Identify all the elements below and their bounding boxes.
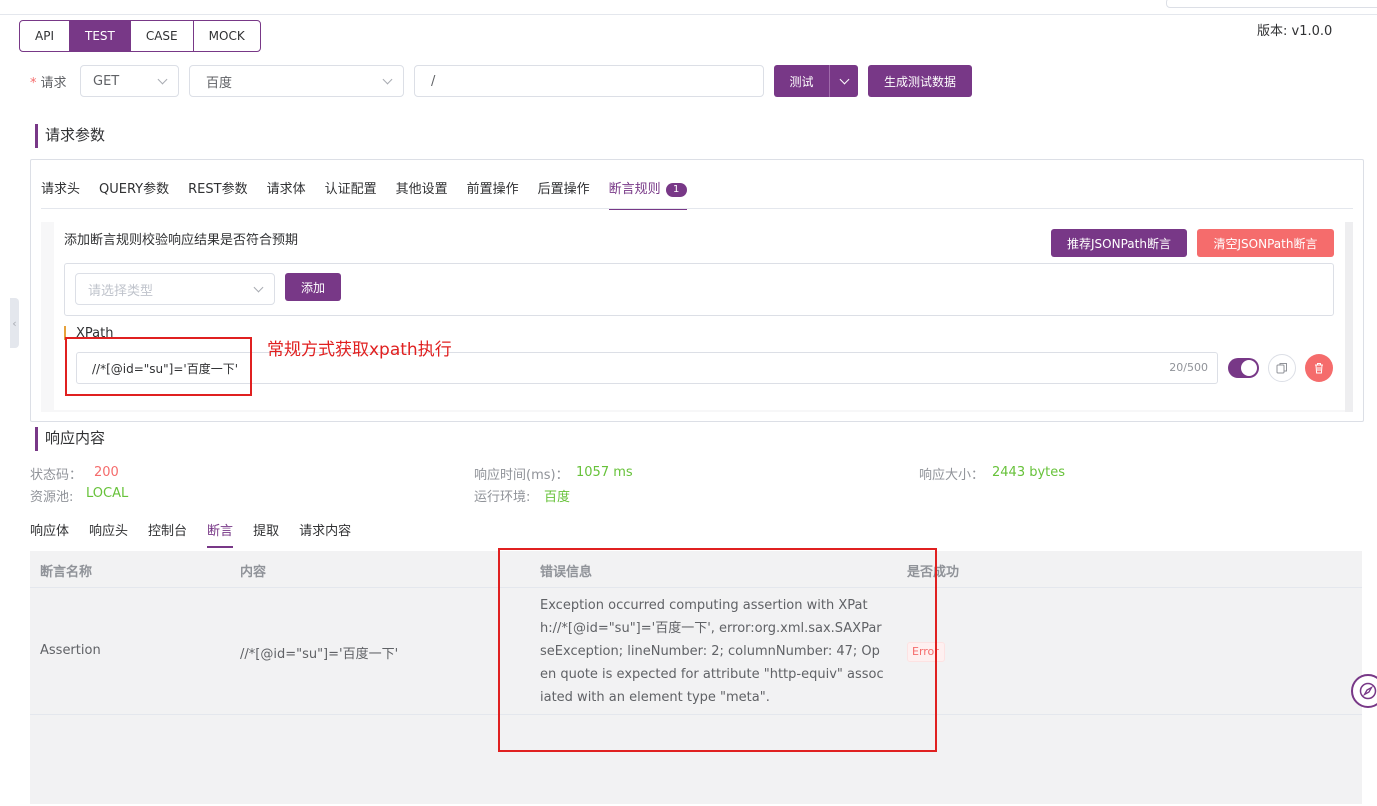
- test-button[interactable]: 测试: [774, 65, 830, 97]
- tab-extract[interactable]: 提取: [253, 522, 279, 548]
- test-dropdown-button[interactable]: [830, 65, 858, 97]
- response-time-key: 响应时间(ms)：: [474, 468, 569, 483]
- tab-assertions-label: 断言规则: [608, 182, 661, 197]
- column-header-content: 内容: [240, 565, 267, 580]
- tab-assertion-results[interactable]: 断言: [207, 522, 234, 548]
- tab-pre-operations[interactable]: 前置操作: [467, 180, 519, 210]
- response-time-value: 1057 ms: [576, 465, 633, 480]
- assertion-content-cell: //*[@id="su"]='百度一下': [240, 647, 399, 662]
- trash-icon: [1315, 363, 1323, 374]
- status-code-key: 状态码：: [30, 468, 83, 483]
- mode-tabs: API TEST CASE MOCK: [19, 20, 261, 52]
- compass-icon: [1359, 682, 1377, 700]
- resource-pool-key: 资源池:: [30, 490, 74, 505]
- request-label: * 请求: [30, 76, 67, 91]
- annotation-box-xpath: [65, 337, 252, 396]
- chevron-down-icon: [253, 282, 264, 292]
- assertion-count-badge: 1: [665, 183, 687, 197]
- mode-tab-api[interactable]: API: [19, 20, 70, 52]
- method-value: GET: [93, 73, 120, 89]
- run-env-key: 运行环境:: [474, 490, 531, 505]
- tab-post-operations[interactable]: 后置操作: [538, 180, 590, 210]
- compass-float-button[interactable]: [1351, 674, 1377, 708]
- tab-request-content[interactable]: 请求内容: [299, 522, 351, 548]
- params-tabs: 请求头 QUERY参数 REST参数 请求体 认证配置 其他设置 前置操作 后置…: [41, 180, 706, 210]
- response-title: 响应内容: [35, 427, 105, 451]
- tab-other-settings[interactable]: 其他设置: [396, 180, 448, 210]
- tabs-divider: [41, 208, 1353, 209]
- tab-response-headers[interactable]: 响应头: [89, 522, 128, 548]
- tab-rest-params[interactable]: REST参数: [188, 180, 247, 210]
- request-params-title: 请求参数: [35, 124, 105, 148]
- method-select[interactable]: GET: [80, 65, 179, 97]
- enable-toggle[interactable]: [1228, 358, 1259, 378]
- assertion-type-select[interactable]: 请选择类型: [75, 273, 275, 305]
- add-button[interactable]: 添加: [285, 273, 341, 301]
- status-code-value: 200: [94, 465, 119, 480]
- response-size-value: 2443 bytes: [992, 465, 1066, 480]
- version-label: 版本: v1.0.0: [1257, 24, 1333, 39]
- char-counter: 20/500: [1169, 361, 1208, 374]
- mode-tab-case[interactable]: CASE: [129, 20, 194, 52]
- chevron-down-icon: [839, 74, 849, 84]
- toggle-knob: [1241, 360, 1257, 376]
- chevron-down-icon: [157, 74, 168, 84]
- environment-select[interactable]: 百度: [189, 65, 404, 97]
- copy-button[interactable]: [1268, 354, 1296, 382]
- response-tabs: 响应体 响应头 控制台 断言 提取 请求内容: [30, 522, 371, 548]
- assertion-name-cell: Assertion: [40, 643, 101, 658]
- tab-query-params[interactable]: QUERY参数: [99, 180, 169, 210]
- annotation-box-error: [498, 548, 937, 752]
- annotation-text: 常规方式获取xpath执行: [267, 340, 452, 360]
- environment-value: 百度: [206, 75, 233, 91]
- path-value: /: [431, 73, 436, 89]
- run-env-value: 百度: [544, 490, 571, 505]
- response-size-key: 响应大小：: [919, 468, 985, 483]
- copy-icon: [1276, 363, 1287, 374]
- tab-response-body[interactable]: 响应体: [30, 522, 69, 548]
- tab-console[interactable]: 控制台: [148, 522, 187, 548]
- resource-pool-value: LOCAL: [86, 486, 129, 501]
- column-header-name: 断言名称: [40, 565, 93, 580]
- generate-test-data-button[interactable]: 生成测试数据: [868, 65, 972, 97]
- delete-button[interactable]: [1305, 354, 1333, 382]
- request-label-text: 请求: [40, 76, 67, 91]
- tab-headers[interactable]: 请求头: [41, 180, 80, 210]
- test-split-button: 测试: [774, 65, 858, 97]
- chevron-left-icon: ‹: [12, 316, 17, 330]
- path-input[interactable]: /: [414, 65, 764, 97]
- top-divider: [0, 14, 1377, 15]
- recommend-jsonpath-button[interactable]: 推荐JSONPath断言: [1051, 229, 1187, 257]
- tab-auth[interactable]: 认证配置: [325, 180, 377, 210]
- collapse-handle[interactable]: ‹: [10, 298, 19, 348]
- assertion-description: 添加断言规则校验响应结果是否符合预期: [64, 233, 299, 248]
- tab-body[interactable]: 请求体: [267, 180, 306, 210]
- clear-jsonpath-button[interactable]: 清空JSONPath断言: [1197, 229, 1334, 257]
- panel-scrollbar[interactable]: [1345, 222, 1353, 412]
- tab-assertions[interactable]: 断言规则 1: [608, 180, 687, 210]
- type-placeholder: 请选择类型: [88, 283, 154, 299]
- mode-tab-test[interactable]: TEST: [68, 20, 131, 52]
- mode-tab-mock[interactable]: MOCK: [192, 20, 261, 52]
- chevron-down-icon: [382, 74, 393, 84]
- top-search-box[interactable]: [1166, 0, 1377, 8]
